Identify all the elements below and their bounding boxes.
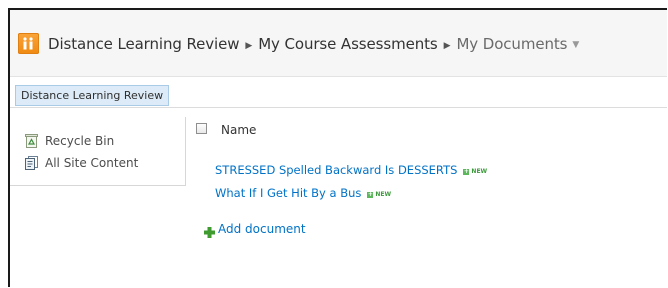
- new-badge-icon: + NEW: [367, 191, 392, 198]
- add-document-label: Add document: [218, 222, 306, 236]
- new-badge-label: NEW: [471, 168, 488, 175]
- breadcrumb-current-page[interactable]: My Documents: [456, 35, 567, 53]
- document-link[interactable]: What If I Get Hit By a Bus: [215, 186, 361, 200]
- tab-distance-learning-review[interactable]: Distance Learning Review: [15, 85, 170, 106]
- quick-launch: Recycle Bin All Site Content: [10, 117, 186, 186]
- site-logo-icon[interactable]: [18, 33, 39, 54]
- site-header: Distance Learning Review ▶ My Course Asses…: [10, 10, 667, 77]
- select-all-checkbox[interactable]: [196, 123, 207, 134]
- site-content-icon: [25, 156, 39, 174]
- breadcrumb-separator-icon: ▶: [443, 41, 451, 51]
- recycle-bin-icon: [25, 134, 38, 152]
- new-badge-icon: + NEW: [463, 168, 488, 175]
- breadcrumb-parent-link[interactable]: My Course Assessments: [258, 35, 438, 53]
- quick-launch-label: Recycle Bin: [45, 134, 115, 148]
- list-item: What If I Get Hit By a Bus + NEW: [215, 182, 392, 200]
- document-library: Name STRESSED Spelled Backward Is DESSER…: [192, 117, 667, 287]
- breadcrumb-site-link[interactable]: Distance Learning Review: [48, 35, 239, 53]
- quick-launch-label: All Site Content: [45, 156, 139, 170]
- document-link[interactable]: STRESSED Spelled Backward Is DESSERTS: [215, 163, 457, 177]
- top-navigation-bar: Distance Learning Review: [10, 85, 667, 108]
- breadcrumb-separator-icon: ▶: [245, 41, 253, 51]
- new-badge-label: NEW: [375, 191, 392, 198]
- chevron-down-icon[interactable]: ▼: [572, 34, 579, 56]
- column-header-name[interactable]: Name: [221, 123, 256, 137]
- breadcrumb: Distance Learning Review ▶ My Course Asses…: [48, 33, 579, 55]
- list-item: STRESSED Spelled Backward Is DESSERTS + NE…: [215, 159, 488, 177]
- add-plus-icon: [204, 223, 215, 242]
- browser-frame: Distance Learning Review ▶ My Course Asses…: [8, 8, 667, 287]
